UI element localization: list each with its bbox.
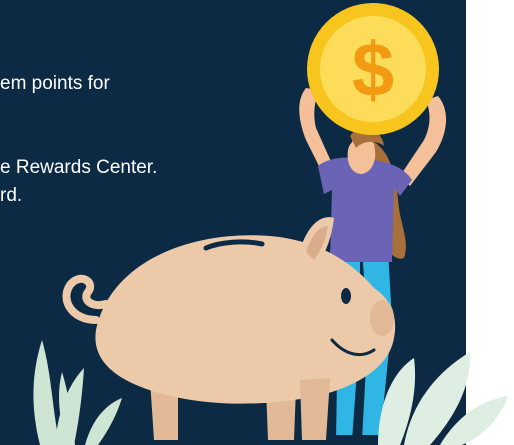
svg-text:$: $ xyxy=(352,28,394,113)
right-plant-icon xyxy=(378,352,508,445)
dollar-coin-icon: $ xyxy=(307,3,439,135)
savings-illustration: $ xyxy=(33,3,508,445)
